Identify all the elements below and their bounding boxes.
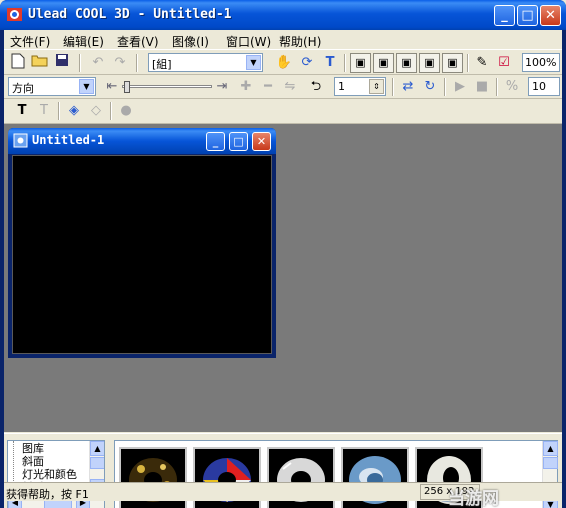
bevel-style-5-button[interactable]: ▣ bbox=[442, 53, 463, 73]
bevel-style-1-button[interactable]: ▣ bbox=[350, 53, 371, 73]
play-icon[interactable]: ▶ bbox=[450, 77, 470, 97]
reverse-frame-icon[interactable]: ⇋ bbox=[280, 77, 300, 97]
menu-edit[interactable]: 编辑(E) bbox=[63, 33, 104, 50]
app-client-area: 文件(F) 编辑(E) 查看(V) 图像(I) 窗口(W) 帮助(H) ↶ ↷ … bbox=[4, 30, 562, 508]
insert-text-icon[interactable]: T bbox=[12, 101, 32, 121]
menu-bar: 文件(F) 编辑(E) 查看(V) 图像(I) 窗口(W) 帮助(H) bbox=[4, 30, 562, 50]
new-file-icon[interactable] bbox=[8, 53, 28, 73]
toolbar-separator bbox=[496, 78, 498, 96]
stepper-arrows-icon: ⇕ bbox=[369, 79, 384, 94]
scroll-up-icon[interactable]: ▲ bbox=[90, 441, 104, 456]
last-frame-icon[interactable]: ⇥ bbox=[212, 77, 232, 97]
fps-value: 10 bbox=[532, 80, 546, 93]
object-toolbar: T T ◈ ◇ ● bbox=[4, 99, 562, 124]
menu-view[interactable]: 查看(V) bbox=[117, 33, 159, 50]
document-icon bbox=[13, 133, 28, 148]
object-select-value: [組] bbox=[152, 58, 172, 71]
edit-object-icon[interactable]: ◇ bbox=[86, 101, 106, 121]
add-frame-icon[interactable]: ✚ bbox=[236, 77, 256, 97]
zoom-input[interactable]: 100% bbox=[522, 53, 560, 72]
workspace-area: Untitled-1 _ □ ✕ bbox=[4, 124, 562, 432]
app-title: Ulead COOL 3D - Untitled-1 bbox=[28, 7, 232, 22]
zoom-value: 100% bbox=[525, 56, 557, 69]
bevel-style-2-button[interactable]: ▣ bbox=[373, 53, 394, 73]
fps-input[interactable]: 10 bbox=[528, 77, 560, 96]
tree-item-light-color[interactable]: 灯光和颜色 bbox=[22, 469, 77, 481]
toolbar-separator bbox=[136, 54, 138, 72]
effect-icon[interactable]: ● bbox=[116, 101, 136, 121]
tree-item-bevel[interactable]: 斜面 bbox=[22, 456, 44, 468]
insert-object-icon[interactable]: ◈ bbox=[64, 101, 84, 121]
document-titlebar[interactable]: Untitled-1 _ □ ✕ bbox=[8, 128, 276, 154]
timeline-slider[interactable] bbox=[122, 85, 212, 88]
tree-item-gallery[interactable]: 图库 bbox=[22, 443, 44, 455]
animation-toolbar: 方向 ▼ ⇤ ⇥ ✚ ━ ⇋ ⮌ 1 ⇕ ⇄ ↻ ▶ ■ % 10 bbox=[4, 75, 562, 99]
app-window: Ulead COOL 3D - Untitled-1 _ □ ✕ 文件(F) 编… bbox=[0, 0, 566, 508]
hand-pan-icon[interactable]: ✋ bbox=[274, 53, 294, 73]
watermark: 当游网 bbox=[448, 489, 499, 508]
toolbar-separator bbox=[344, 54, 346, 72]
status-help-text: 获得帮助，按 F1 bbox=[6, 488, 89, 501]
close-button[interactable]: ✕ bbox=[540, 5, 561, 26]
toolbar-separator bbox=[392, 78, 394, 96]
direction-select-value: 方向 bbox=[12, 82, 34, 95]
remove-frame-icon[interactable]: ━ bbox=[258, 77, 278, 97]
bevel-style-4-button[interactable]: ▣ bbox=[419, 53, 440, 73]
chevron-down-icon: ▼ bbox=[79, 79, 94, 94]
rotate-icon[interactable]: ⟳ bbox=[297, 53, 317, 73]
toolbar-separator bbox=[444, 78, 446, 96]
bevel-style-3-button[interactable]: ▣ bbox=[396, 53, 417, 73]
paint-icon[interactable]: ✎ bbox=[472, 53, 492, 73]
doc-close-button[interactable]: ✕ bbox=[252, 132, 271, 151]
document-title: Untitled-1 bbox=[32, 133, 105, 147]
direction-select[interactable]: 方向 ▼ bbox=[8, 77, 96, 96]
stop-icon[interactable]: ■ bbox=[472, 77, 492, 97]
minimize-button[interactable]: _ bbox=[494, 5, 515, 26]
toolbar-separator bbox=[110, 102, 112, 120]
text-move-icon[interactable]: T bbox=[320, 53, 340, 73]
scroll-thumb[interactable] bbox=[543, 457, 558, 469]
menu-image[interactable]: 图像(I) bbox=[172, 33, 209, 50]
timeline-slider-thumb[interactable] bbox=[124, 81, 130, 93]
redo-icon[interactable]: ↷ bbox=[110, 53, 130, 73]
save-icon[interactable] bbox=[52, 53, 72, 73]
edit-text-icon[interactable]: T bbox=[34, 101, 54, 121]
frame-number-value: 1 bbox=[338, 80, 345, 93]
menu-window[interactable]: 窗口(W) bbox=[226, 33, 271, 50]
doc-maximize-button[interactable]: □ bbox=[229, 132, 248, 151]
scroll-up-icon[interactable]: ▲ bbox=[543, 441, 558, 456]
undo-icon[interactable]: ↶ bbox=[88, 53, 108, 73]
doc-minimize-button[interactable]: _ bbox=[206, 132, 225, 151]
chevron-down-icon: ▼ bbox=[246, 55, 261, 70]
open-folder-icon[interactable] bbox=[30, 53, 50, 73]
scroll-thumb[interactable] bbox=[90, 457, 104, 469]
menu-help[interactable]: 帮助(H) bbox=[279, 33, 321, 50]
render-canvas[interactable] bbox=[12, 155, 272, 354]
toolbar-separator bbox=[467, 54, 469, 72]
loop-back-icon[interactable]: ⮌ bbox=[306, 77, 326, 97]
cool3d-logo-icon bbox=[7, 8, 22, 21]
toolbar-separator bbox=[79, 54, 81, 72]
loop-icon[interactable]: ⇄ bbox=[398, 77, 418, 97]
first-frame-icon[interactable]: ⇤ bbox=[102, 77, 122, 97]
checkbox-tool-icon[interactable]: ☑ bbox=[494, 53, 514, 73]
ping-pong-icon[interactable]: ↻ bbox=[420, 77, 440, 97]
toolbar-separator bbox=[58, 102, 60, 120]
standard-toolbar: ↶ ↷ [組] ▼ ✋ ⟳ T ▣ ▣ ▣ ▣ ▣ ✎ ☑ 100% bbox=[4, 51, 562, 75]
object-select[interactable]: [組] ▼ bbox=[148, 53, 263, 72]
menu-file[interactable]: 文件(F) bbox=[10, 33, 50, 50]
document-window: Untitled-1 _ □ ✕ bbox=[8, 128, 276, 358]
app-titlebar[interactable]: Ulead COOL 3D - Untitled-1 _ □ ✕ bbox=[0, 0, 566, 30]
frame-number-stepper[interactable]: 1 ⇕ bbox=[334, 77, 386, 96]
maximize-button[interactable]: □ bbox=[517, 5, 538, 26]
percent-icon[interactable]: % bbox=[502, 77, 522, 97]
